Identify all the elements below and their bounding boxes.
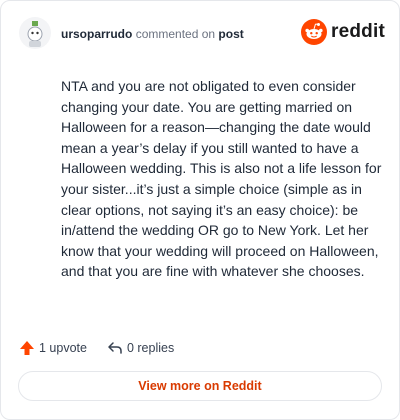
reply-count: 0 replies — [126, 341, 175, 355]
comment-actions: 1 upvote 0 replies — [19, 338, 174, 358]
embedded-comment-card: ursoparrudo commented on post reddit NTA… — [0, 0, 400, 420]
commented-on-text: commented on — [135, 27, 216, 41]
post-link[interactable]: post — [218, 27, 243, 41]
upvote-count: 1 upvote — [39, 341, 87, 355]
reddit-wordmark: reddit — [331, 21, 385, 42]
upvote-arrow-icon — [20, 341, 34, 355]
user-avatar-icon[interactable] — [19, 17, 51, 49]
comment-meta: ursoparrudo commented on post — [61, 27, 244, 41]
reply-button[interactable]: 0 replies — [107, 340, 174, 356]
reddit-brand[interactable]: reddit — [301, 19, 385, 45]
upvote-button[interactable]: 1 upvote — [19, 340, 87, 356]
username-link[interactable]: ursoparrudo — [61, 27, 132, 41]
reddit-logo-icon — [301, 19, 328, 45]
comment-header: ursoparrudo commented on post reddit — [19, 17, 385, 53]
reply-arrow-icon — [108, 342, 122, 354]
view-more-on-reddit-button[interactable]: View more on Reddit — [18, 371, 382, 401]
comment-body: NTA and you are not obligated to even co… — [61, 78, 382, 280]
